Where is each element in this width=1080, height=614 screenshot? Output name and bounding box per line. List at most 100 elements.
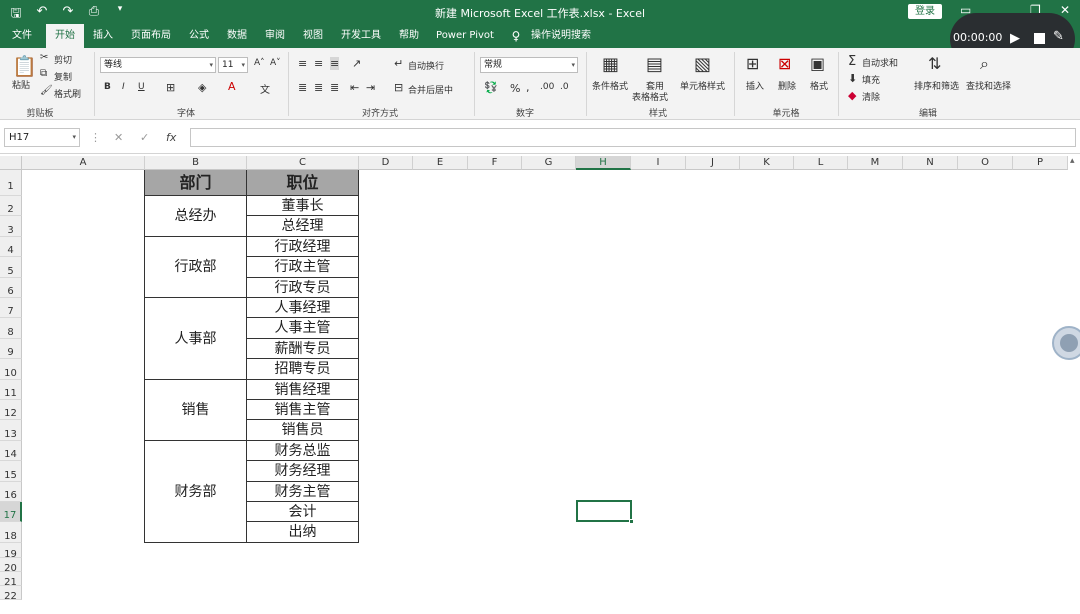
tab-power-pivot[interactable]: Power Pivot bbox=[434, 24, 496, 48]
column-header-o[interactable]: O bbox=[958, 156, 1013, 170]
row-header-11[interactable]: 11 bbox=[0, 380, 22, 400]
row-header-15[interactable]: 15 bbox=[0, 461, 22, 482]
wrap-text-icon[interactable]: ↵ bbox=[394, 57, 403, 70]
row-header-19[interactable]: 19 bbox=[0, 543, 22, 560]
underline-button[interactable]: U bbox=[138, 82, 145, 92]
align-middle-icon[interactable]: ≡ bbox=[314, 57, 323, 70]
decrease-decimal-icon[interactable]: .0 bbox=[560, 82, 569, 92]
accounting-format-icon[interactable]: 💱 bbox=[484, 81, 498, 94]
position-cell[interactable]: 人事主管 bbox=[247, 318, 359, 339]
clear-icon[interactable]: ◆ bbox=[848, 89, 856, 102]
sort-filter-button[interactable]: 排序和筛选 bbox=[914, 79, 959, 92]
select-all-corner[interactable] bbox=[0, 156, 22, 170]
position-cell[interactable]: 总经理 bbox=[247, 216, 359, 237]
conditional-format-button[interactable]: 条件格式 bbox=[592, 79, 628, 92]
tab-developer[interactable]: 开发工具 bbox=[336, 24, 386, 48]
header-dept[interactable]: 部门 bbox=[145, 170, 247, 196]
row-header-21[interactable]: 21 bbox=[0, 572, 22, 588]
position-cell[interactable]: 销售经理 bbox=[247, 380, 359, 400]
column-header-d[interactable]: D bbox=[359, 156, 413, 170]
column-header-e[interactable]: E bbox=[413, 156, 468, 170]
row-header-22[interactable]: 22 bbox=[0, 586, 22, 602]
border-icon[interactable]: ⊞ bbox=[166, 81, 175, 94]
position-cell[interactable]: 会计 bbox=[247, 502, 359, 522]
autosum-icon[interactable]: Σ bbox=[848, 54, 856, 69]
tab-data[interactable]: 数据 bbox=[222, 24, 252, 48]
tab-file[interactable]: 文件 bbox=[6, 24, 38, 48]
insert-cells-button[interactable]: 插入 bbox=[746, 79, 764, 92]
conditional-format-icon[interactable]: ▦ bbox=[602, 54, 619, 75]
row-header-18[interactable]: 18 bbox=[0, 522, 22, 543]
grow-font-icon[interactable]: A˄ bbox=[254, 58, 265, 68]
shrink-font-icon[interactable]: A˅ bbox=[270, 58, 281, 68]
position-cell[interactable]: 出纳 bbox=[247, 522, 359, 543]
row-header-14[interactable]: 14 bbox=[0, 441, 22, 461]
column-header-p[interactable]: P bbox=[1013, 156, 1068, 170]
scroll-up-icon[interactable]: ▴ bbox=[1070, 156, 1080, 170]
italic-button[interactable]: I bbox=[122, 82, 125, 92]
position-cell[interactable]: 财务经理 bbox=[247, 461, 359, 482]
row-header-2[interactable]: 2 bbox=[0, 196, 22, 216]
position-cell[interactable]: 薪酬专员 bbox=[247, 339, 359, 359]
font-name-select[interactable]: 等线 ▾ bbox=[100, 57, 216, 73]
find-select-button[interactable]: 查找和选择 bbox=[966, 79, 1011, 92]
wrap-text-button[interactable]: 自动换行 bbox=[408, 59, 444, 72]
enter-icon[interactable]: ✓ bbox=[140, 131, 149, 144]
position-cell[interactable]: 销售员 bbox=[247, 420, 359, 441]
row-header-1[interactable]: 1 bbox=[0, 170, 22, 196]
stop-icon[interactable] bbox=[1034, 33, 1045, 44]
orientation-icon[interactable]: ↗ bbox=[352, 57, 361, 70]
find-select-icon[interactable]: ⌕ bbox=[980, 54, 989, 74]
font-color-icon[interactable]: A bbox=[228, 80, 236, 93]
comma-style-icon[interactable]: , bbox=[526, 81, 530, 94]
percent-icon[interactable]: % bbox=[510, 82, 520, 95]
row-header-3[interactable]: 3 bbox=[0, 216, 22, 237]
formula-input[interactable] bbox=[190, 128, 1076, 147]
play-icon[interactable]: ▶ bbox=[1010, 31, 1020, 46]
row-header-9[interactable]: 9 bbox=[0, 339, 22, 359]
tab-help[interactable]: 帮助 bbox=[394, 24, 424, 48]
position-cell[interactable]: 销售主管 bbox=[247, 400, 359, 420]
position-cell[interactable]: 财务主管 bbox=[247, 482, 359, 502]
row-header-12[interactable]: 12 bbox=[0, 400, 22, 420]
dept-cell[interactable]: 总经办 bbox=[145, 196, 247, 237]
delete-cells-button[interactable]: 删除 bbox=[778, 79, 796, 92]
autosum-button[interactable]: 自动求和 bbox=[862, 56, 898, 69]
position-cell[interactable]: 行政专员 bbox=[247, 278, 359, 298]
paste-icon[interactable]: 📋 bbox=[12, 54, 37, 78]
column-header-k[interactable]: K bbox=[740, 156, 794, 170]
row-header-6[interactable]: 6 bbox=[0, 278, 22, 298]
indent-increase-icon[interactable]: ⇥ bbox=[366, 81, 375, 94]
format-painter-button[interactable]: 格式刷 bbox=[54, 87, 81, 100]
row-header-8[interactable]: 8 bbox=[0, 318, 22, 339]
format-painter-icon[interactable]: 🖌 bbox=[40, 85, 53, 96]
delete-cells-icon[interactable]: ⊠ bbox=[778, 54, 791, 73]
phonetic-icon[interactable]: 文 bbox=[260, 81, 270, 96]
name-box[interactable]: H17 ▾ bbox=[4, 128, 80, 147]
align-top-icon[interactable]: ≡ bbox=[298, 57, 307, 70]
clear-button[interactable]: 清除 bbox=[862, 90, 880, 103]
row-header-4[interactable]: 4 bbox=[0, 237, 22, 257]
dept-cell[interactable]: 销售 bbox=[145, 380, 247, 441]
column-header-a[interactable]: A bbox=[22, 156, 145, 170]
align-bottom-icon[interactable]: ≡ bbox=[330, 57, 340, 70]
row-header-10[interactable]: 10 bbox=[0, 359, 22, 380]
row-header-16[interactable]: 16 bbox=[0, 482, 22, 502]
position-cell[interactable]: 人事经理 bbox=[247, 298, 359, 318]
format-as-table-icon[interactable]: ▤ bbox=[646, 54, 663, 75]
header-position[interactable]: 职位 bbox=[247, 170, 359, 196]
copy-button[interactable]: 复制 bbox=[54, 70, 72, 83]
pen-icon[interactable]: ✎ bbox=[1053, 29, 1064, 44]
number-format-select[interactable]: 常规 ▾ bbox=[480, 57, 578, 73]
format-as-table-button-2[interactable]: 表格格式 bbox=[632, 90, 668, 103]
tab-insert[interactable]: 插入 bbox=[88, 24, 118, 48]
cut-icon[interactable]: ✂ bbox=[40, 52, 48, 63]
tab-formulas[interactable]: 公式 bbox=[184, 24, 214, 48]
close-icon[interactable]: ✕ bbox=[1060, 3, 1070, 17]
login-button[interactable]: 登录 bbox=[908, 4, 942, 19]
tab-home[interactable]: 开始 bbox=[46, 24, 84, 48]
insert-function-button[interactable]: fx bbox=[166, 131, 176, 144]
fill-color-icon[interactable]: ◈ bbox=[198, 81, 206, 94]
align-left-icon[interactable]: ≣ bbox=[298, 81, 307, 94]
column-header-h[interactable]: H bbox=[576, 156, 631, 170]
